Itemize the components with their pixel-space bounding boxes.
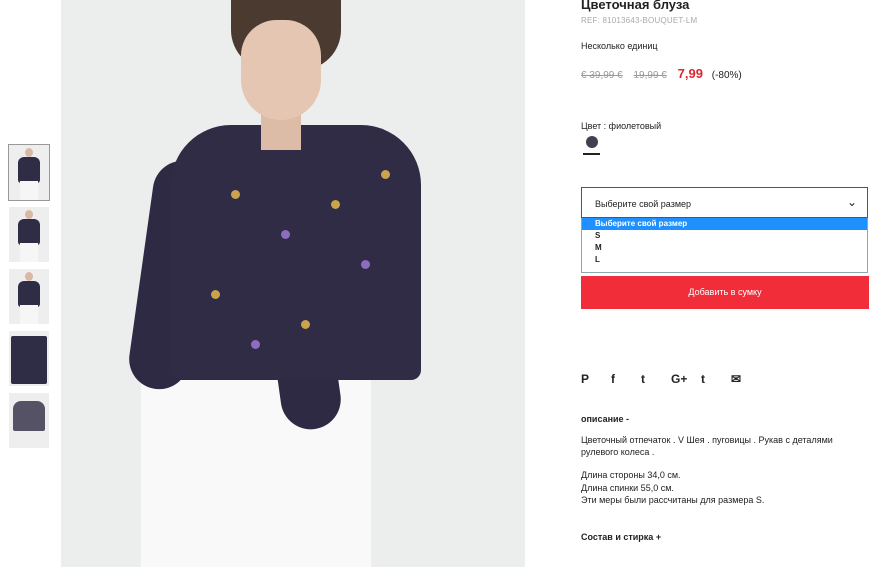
previous-price: 19,99 € bbox=[633, 70, 667, 81]
size-select-value: Выберите свой размер bbox=[595, 199, 692, 209]
size-option-m[interactable]: M bbox=[582, 242, 867, 254]
description-heading[interactable]: описание - bbox=[581, 414, 629, 424]
thumbnail-1[interactable] bbox=[8, 144, 50, 201]
chevron-down-icon: ⌄ bbox=[846, 195, 857, 209]
social-share-bar: P f t G+ t ✉ bbox=[581, 372, 761, 386]
thumbnail-3[interactable] bbox=[9, 269, 49, 324]
size-option-placeholder[interactable]: Выберите свой размер bbox=[582, 218, 867, 230]
original-price: € 39,99 € bbox=[581, 70, 623, 81]
twitter-icon[interactable]: t bbox=[641, 372, 671, 386]
composition-toggle[interactable]: Состав и стирка + bbox=[581, 532, 661, 542]
google-plus-icon[interactable]: G+ bbox=[671, 372, 701, 386]
email-icon[interactable]: ✉ bbox=[731, 372, 761, 386]
size-option-s[interactable]: S bbox=[582, 230, 867, 242]
description-text: Цветочный отпечаток . V Шея . пуговицы .… bbox=[581, 435, 833, 457]
add-to-bag-button[interactable]: Добавить в сумку bbox=[581, 276, 869, 309]
facebook-icon[interactable]: f bbox=[611, 372, 641, 386]
discount-badge: (-80%) bbox=[711, 70, 742, 81]
tumblr-icon[interactable]: t bbox=[701, 372, 731, 386]
selected-swatch-indicator bbox=[583, 153, 600, 155]
color-label: Цвет : фиолетовый bbox=[581, 121, 662, 131]
product-main-image bbox=[61, 0, 525, 567]
thumbnail-2[interactable] bbox=[9, 207, 49, 262]
size-select[interactable]: Выберите свой размер ⌄ bbox=[581, 187, 868, 218]
thumbnail-5[interactable] bbox=[9, 393, 49, 448]
measure-back-length: Длина спинки 55,0 см. bbox=[581, 482, 674, 493]
price-block: € 39,99 € 19,99 € 7,99 (-80%) bbox=[581, 66, 742, 81]
color-swatch-purple[interactable] bbox=[586, 136, 598, 148]
availability-text: Несколько единиц bbox=[581, 41, 658, 51]
thumbnail-gallery bbox=[8, 144, 50, 455]
pinterest-icon[interactable]: P bbox=[581, 372, 611, 386]
sale-price: 7,99 bbox=[677, 66, 703, 81]
product-title: Цветочная блуза bbox=[581, 0, 690, 12]
size-options-list: Выберите свой размер S M L bbox=[581, 218, 868, 273]
measure-side-length: Длина стороны 34,0 см. bbox=[581, 470, 681, 480]
measurements: Длина стороны 34,0 см. Длина спинки 55,0… bbox=[581, 469, 764, 507]
product-ref: REF: 81013643-BOUQUET-LM bbox=[581, 16, 698, 25]
thumbnail-4[interactable] bbox=[9, 331, 49, 386]
measure-note: Эти меры были рассчитаны для размера S. bbox=[581, 495, 765, 505]
size-option-l[interactable]: L bbox=[582, 254, 867, 266]
